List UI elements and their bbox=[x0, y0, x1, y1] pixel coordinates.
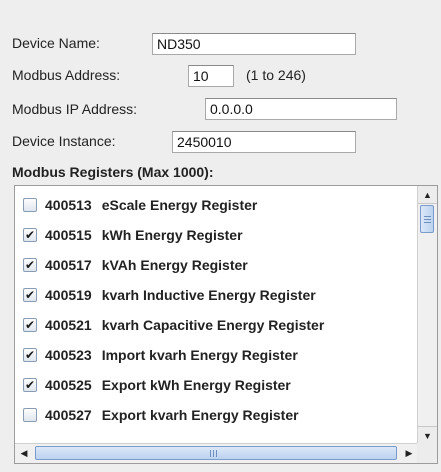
register-name: kvarh Capacitive Energy Register bbox=[101, 317, 325, 333]
register-address: 400513 bbox=[45, 197, 92, 213]
checkbox-checked[interactable]: ✔ bbox=[23, 318, 37, 332]
checkbox-checked[interactable]: ✔ bbox=[23, 228, 37, 242]
modbus-device-panel: Device Name: ND350 Modbus Address: 10 (1… bbox=[0, 0, 441, 472]
modbus-registers-title: Modbus Registers (Max 1000): bbox=[12, 164, 214, 180]
register-address: 400519 bbox=[45, 287, 92, 303]
horizontal-scroll-thumb[interactable] bbox=[35, 446, 397, 460]
list-item[interactable]: ✔ 400523 Import kvarh Energy Register bbox=[15, 340, 418, 370]
register-name: Export kvarh Energy Register bbox=[101, 407, 299, 423]
register-address: 400525 bbox=[45, 377, 92, 393]
register-name: kWh Energy Register bbox=[101, 227, 243, 243]
register-address: 400517 bbox=[45, 257, 92, 273]
device-name-field[interactable]: ND350 bbox=[152, 33, 356, 55]
checkbox-checked[interactable]: ✔ bbox=[23, 348, 37, 362]
checkbox-checked[interactable]: ✔ bbox=[23, 378, 37, 392]
list-item[interactable]: ✔ 400515 kWh Energy Register bbox=[15, 220, 418, 250]
scroll-right-icon[interactable]: ▶ bbox=[400, 444, 418, 463]
checkbox-checked[interactable]: ✔ bbox=[23, 258, 37, 272]
list-item[interactable]: 400513 eScale Energy Register bbox=[15, 190, 418, 220]
scrollbar-corner bbox=[417, 443, 437, 463]
modbus-registers-list: 400513 eScale Energy Register ✔ 400515 k… bbox=[14, 185, 438, 464]
horizontal-scrollbar[interactable]: ◀ ▶ bbox=[15, 443, 418, 463]
register-name: kVAh Energy Register bbox=[101, 257, 248, 273]
register-address: 400515 bbox=[45, 227, 92, 243]
register-name: Import kvarh Energy Register bbox=[101, 347, 298, 363]
scroll-left-icon[interactable]: ◀ bbox=[15, 444, 33, 463]
modbus-address-field[interactable]: 10 bbox=[188, 65, 234, 87]
register-address: 400521 bbox=[45, 317, 92, 333]
modbus-ip-field[interactable]: 0.0.0.0 bbox=[205, 98, 397, 120]
vertical-scrollbar[interactable]: ▲ ▼ bbox=[417, 186, 437, 444]
list-item[interactable]: ✔ 400519 kvarh Inductive Energy Register bbox=[15, 280, 418, 310]
register-name: eScale Energy Register bbox=[101, 197, 258, 213]
modbus-address-label: Modbus Address: bbox=[12, 67, 121, 83]
scroll-up-icon[interactable]: ▲ bbox=[418, 186, 437, 204]
scroll-down-icon[interactable]: ▼ bbox=[418, 426, 437, 444]
device-instance-label: Device Instance: bbox=[12, 133, 116, 149]
list-item[interactable]: 400527 Export kvarh Energy Register bbox=[15, 400, 418, 430]
vertical-scroll-thumb[interactable] bbox=[420, 205, 434, 233]
modbus-address-range-hint: (1 to 246) bbox=[246, 67, 306, 83]
list-item[interactable]: ✔ 400521 kvarh Capacitive Energy Registe… bbox=[15, 310, 418, 340]
checkbox-checked[interactable]: ✔ bbox=[23, 288, 37, 302]
list-item[interactable]: ✔ 400517 kVAh Energy Register bbox=[15, 250, 418, 280]
list-item[interactable]: ✔ 400525 Export kWh Energy Register bbox=[15, 370, 418, 400]
register-name: kvarh Inductive Energy Register bbox=[101, 287, 316, 303]
device-name-label: Device Name: bbox=[12, 35, 100, 51]
register-rows: 400513 eScale Energy Register ✔ 400515 k… bbox=[15, 186, 418, 444]
checkbox-unchecked[interactable] bbox=[23, 198, 37, 212]
register-address: 400523 bbox=[45, 347, 92, 363]
modbus-ip-label: Modbus IP Address: bbox=[12, 101, 138, 117]
checkbox-unchecked[interactable] bbox=[23, 408, 37, 422]
register-address: 400527 bbox=[45, 407, 92, 423]
device-instance-field[interactable]: 2450010 bbox=[172, 131, 356, 153]
register-name: Export kWh Energy Register bbox=[101, 377, 291, 393]
